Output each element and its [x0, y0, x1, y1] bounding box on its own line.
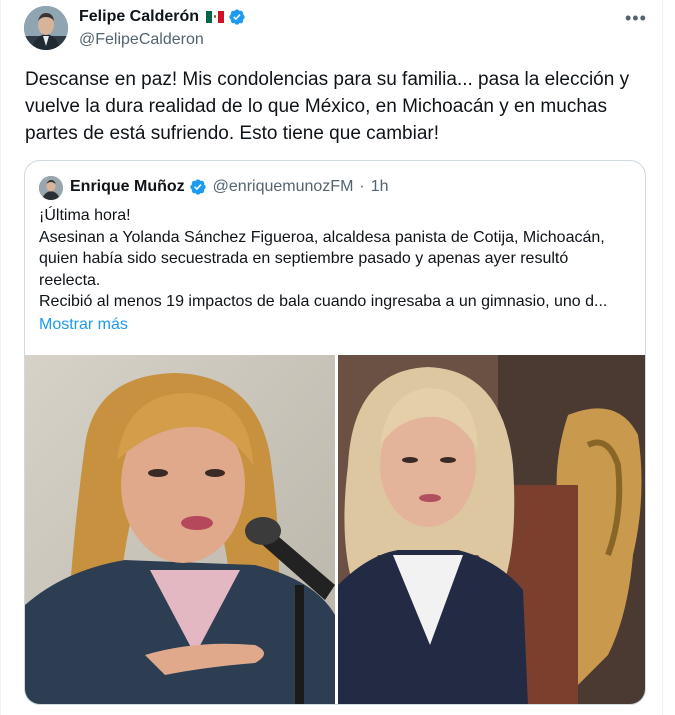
quote-text-line: Recibió al menos 19 impactos de bala cua… [39, 293, 608, 310]
author-avatar[interactable] [24, 6, 68, 50]
quote-text-line: quien había sido secuestrada en septiemb… [39, 250, 569, 267]
quote-text: ¡Última hora! Asesinan a Yolanda Sánchez… [39, 205, 639, 313]
tweet-container: Felipe Calderón @FelipeCalderon ••• Desc… [0, 0, 663, 715]
author-handle[interactable]: @FelipeCalderon [79, 31, 204, 49]
flag-mexico-icon [206, 11, 225, 23]
media-photo-right[interactable] [338, 355, 645, 704]
quote-header: Enrique Muñoz @enriquemunozFM · 1h [70, 178, 389, 196]
quoted-tweet-card[interactable]: Enrique Muñoz @enriquemunozFM · 1h ¡Últi… [24, 160, 646, 705]
more-options-button[interactable]: ••• [625, 9, 647, 27]
verified-badge-icon [189, 179, 206, 195]
media-photo-left[interactable] [25, 355, 335, 704]
quote-author-avatar [39, 176, 63, 200]
quote-author-handle[interactable]: @enriquemunozFM [213, 178, 354, 196]
tweet-text: Descanse en paz! Mis condolencias para s… [25, 69, 630, 144]
quote-timestamp[interactable]: 1h [371, 178, 389, 196]
quote-text-line: reelecta. [39, 271, 101, 289]
author-name[interactable]: Felipe Calderón [79, 8, 199, 26]
verified-badge-icon [229, 9, 245, 25]
show-more-link[interactable]: Mostrar más [39, 316, 128, 334]
quote-text-line: ¡Última hora! [39, 207, 131, 224]
author-name-row: Felipe Calderón [79, 8, 246, 26]
quote-author-name[interactable]: Enrique Muñoz [70, 178, 185, 196]
separator-dot: · [359, 178, 365, 195]
quote-text-line: Asesinan a Yolanda Sánchez Figueroa, alc… [39, 228, 605, 246]
